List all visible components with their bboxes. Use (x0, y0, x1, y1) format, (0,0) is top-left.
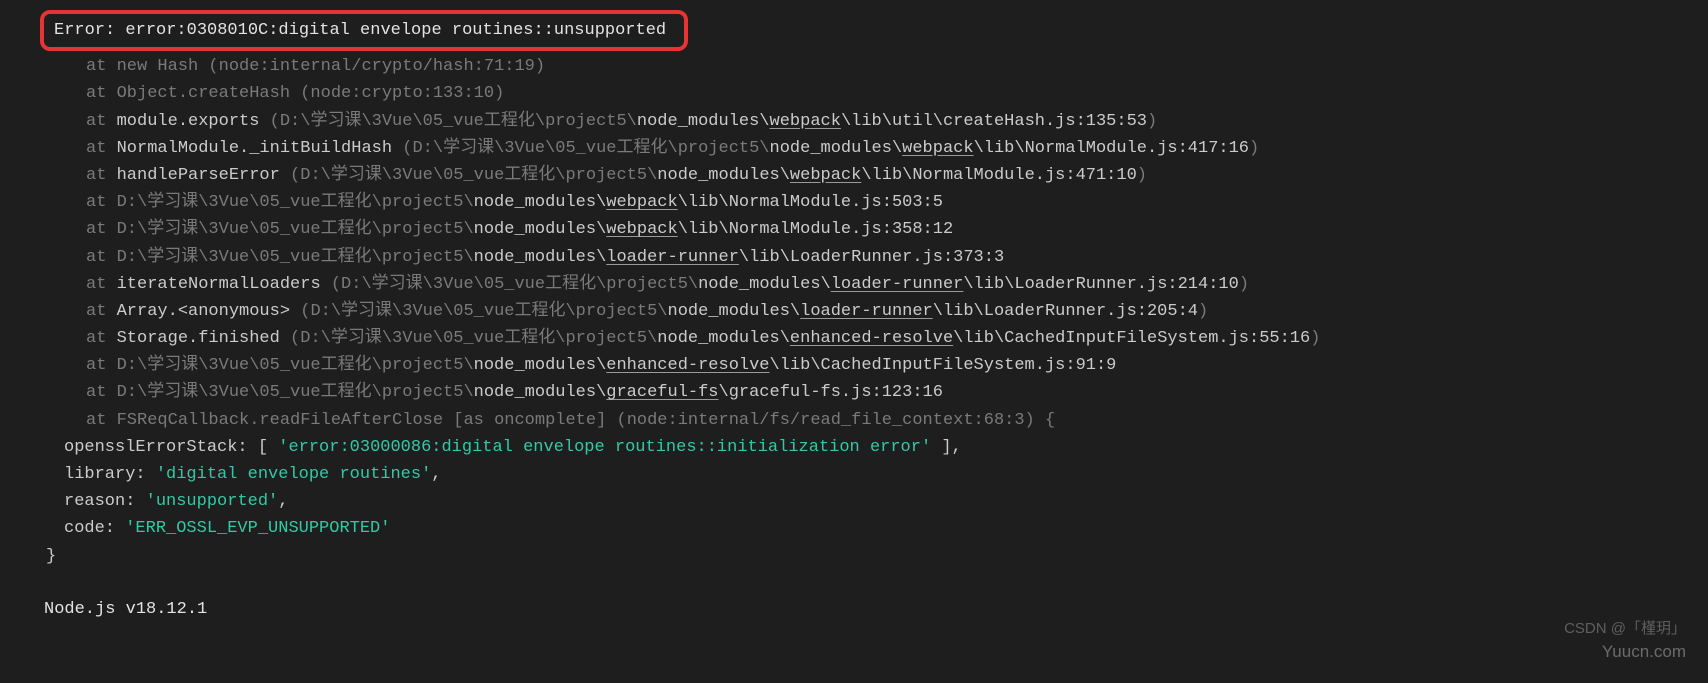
stack-frame: at D:\学习课\3Vue\05_vue工程化\project5\node_m… (40, 216, 1708, 243)
stack-frame: at NormalModule._initBuildHash (D:\学习课\3… (40, 135, 1708, 162)
stack-frame: at handleParseError (D:\学习课\3Vue\05_vue工… (40, 162, 1708, 189)
terminal-output[interactable]: Error: error:0308010C:digital envelope r… (0, 10, 1708, 623)
error-highlight-box: Error: error:0308010C:digital envelope r… (40, 10, 688, 51)
stack-frame: at D:\学习课\3Vue\05_vue工程化\project5\node_m… (40, 244, 1708, 271)
stack-frame: at D:\学习课\3Vue\05_vue工程化\project5\node_m… (40, 189, 1708, 216)
stack-frame: at new Hash (node:internal/crypto/hash:7… (40, 53, 1708, 80)
error-message: Error: error:0308010C:digital envelope r… (54, 21, 666, 40)
stack-frame: at Array.<anonymous> (D:\学习课\3Vue\05_vue… (40, 298, 1708, 325)
closing-brace: } (40, 543, 1708, 570)
stack-frame: at D:\学习课\3Vue\05_vue工程化\project5\node_m… (40, 379, 1708, 406)
node-version: Node.js v18.12.1 (40, 596, 1708, 623)
stack-frame: at iterateNormalLoaders (D:\学习课\3Vue\05_… (40, 271, 1708, 298)
watermark-site: Yuucn.com (1602, 638, 1686, 665)
stack-frame: at FSReqCallback.readFileAfterClose [as … (40, 407, 1708, 434)
prop-code: code: 'ERR_OSSL_EVP_UNSUPPORTED' (64, 515, 1708, 542)
prop-reason: reason: 'unsupported', (64, 488, 1708, 515)
stack-frame: at Storage.finished (D:\学习课\3Vue\05_vue工… (40, 325, 1708, 352)
stack-trace: at new Hash (node:internal/crypto/hash:7… (40, 53, 1708, 434)
stack-frame: at module.exports (D:\学习课\3Vue\05_vue工程化… (40, 108, 1708, 135)
stack-frame: at Object.createHash (node:crypto:133:10… (40, 80, 1708, 107)
prop-library: library: 'digital envelope routines', (64, 461, 1708, 488)
error-properties: opensslErrorStack: [ 'error:03000086:dig… (40, 434, 1708, 543)
stack-frame: at D:\学习课\3Vue\05_vue工程化\project5\node_m… (40, 352, 1708, 379)
prop-openssl: opensslErrorStack: [ 'error:03000086:dig… (64, 434, 1708, 461)
